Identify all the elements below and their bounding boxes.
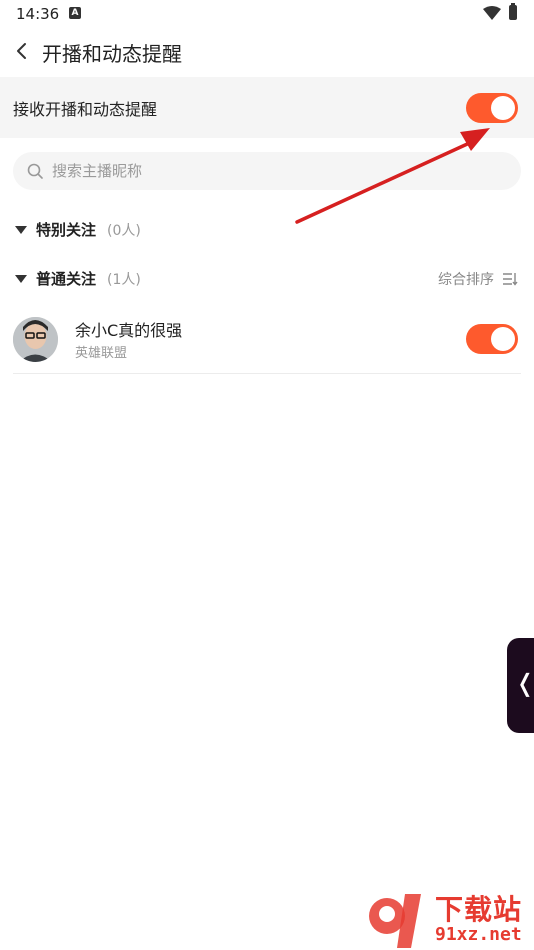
streamer-game: 英雄联盟: [75, 346, 128, 361]
status-time: 14:36: [16, 5, 60, 23]
sort-icon[interactable]: [502, 272, 518, 286]
divider: [13, 373, 521, 374]
avatar[interactable]: [13, 317, 58, 362]
receive-notifications-row: 接收开播和动态提醒: [0, 77, 534, 138]
watermark-logo-icon: [369, 894, 421, 948]
toggle-knob: [491, 327, 515, 351]
toggle-knob: [491, 96, 515, 120]
group-title: 普通关注: [36, 270, 97, 288]
list-item[interactable]: 余小C真的很强 英雄联盟: [0, 307, 534, 373]
battery-icon: [509, 3, 517, 20]
group-title: 特别关注: [36, 221, 97, 239]
search-box[interactable]: [13, 152, 521, 190]
side-drawer-handle[interactable]: ❬: [507, 638, 534, 733]
watermark-url: 91xz.net: [435, 924, 522, 945]
caret-down-icon: [15, 226, 27, 234]
caret-down-icon: [15, 275, 27, 283]
header: 开播和动态提醒: [0, 30, 534, 74]
page-title: 开播和动态提醒: [42, 42, 182, 66]
receive-notifications-label: 接收开播和动态提醒: [13, 100, 158, 119]
wifi-icon: [483, 6, 501, 20]
streamer-notify-toggle[interactable]: [466, 324, 518, 354]
chevron-left-icon: ❬: [515, 669, 534, 697]
watermark: 下载站 91xz.net: [365, 886, 534, 950]
annotation-arrow: [295, 128, 490, 224]
streamer-name: 余小C真的很强: [75, 321, 183, 340]
back-arrow-icon[interactable]: [12, 41, 32, 61]
notification-a-icon: A: [69, 7, 81, 19]
search-input[interactable]: [52, 152, 492, 190]
sort-button[interactable]: 综合排序: [438, 269, 494, 289]
status-bar: 14:36 A: [0, 0, 534, 28]
group-normal-follow[interactable]: 普通关注 (1人) 综合排序: [0, 264, 534, 294]
receive-notifications-toggle[interactable]: [466, 93, 518, 123]
group-special-follow[interactable]: 特别关注 (0人): [0, 215, 534, 245]
search-icon: [27, 163, 43, 179]
group-count: (1人): [107, 272, 141, 288]
group-count: (0人): [107, 223, 141, 239]
watermark-title: 下载站: [435, 893, 523, 926]
